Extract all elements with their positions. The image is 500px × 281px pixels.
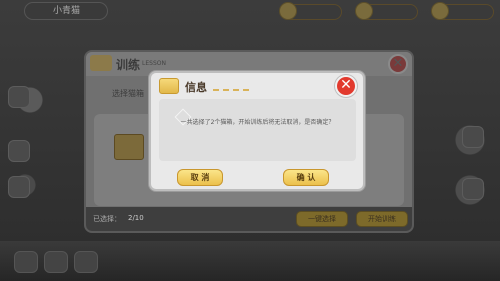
resource-pill-3 xyxy=(431,2,494,20)
bottom-slot xyxy=(74,251,98,273)
close-icon: ✕ xyxy=(388,54,408,74)
training-subtitle: LESSON xyxy=(142,60,166,67)
cancel-button[interactable]: 取 消 xyxy=(177,169,223,186)
dialog-title: 信息 xyxy=(185,81,207,94)
side-menu-icon xyxy=(8,86,30,108)
dialog-message: 一共选择了2个猫箱，开始训练后将无法取消，是否确定？ xyxy=(180,119,335,126)
info-dialog: 信息 ✕ 一共选择了2个猫箱，开始训练后将无法取消，是否确定？ 取 消 确 认 xyxy=(149,71,365,191)
box-icon xyxy=(90,55,112,71)
close-icon[interactable]: ✕ xyxy=(335,75,357,97)
selected-label: 已选择： xyxy=(93,215,121,223)
resource-pill-2 xyxy=(355,2,418,20)
resource-icon xyxy=(431,2,449,20)
side-menu-icon xyxy=(462,126,484,148)
training-title: 训练 xyxy=(116,58,141,72)
selected-count: 2/10 xyxy=(128,214,144,222)
dialog-header: 信息 ✕ xyxy=(151,73,363,99)
resource-pill-1 xyxy=(279,2,342,20)
side-menu-icon xyxy=(8,140,30,162)
bottom-slot xyxy=(14,251,38,273)
player-name-badge: 小青猫 xyxy=(24,2,108,20)
select-all-button: 一键选择 xyxy=(296,211,348,227)
side-menu-icon xyxy=(462,178,484,200)
start-training-button: 开始训练 xyxy=(356,211,408,227)
side-menu-icon xyxy=(8,176,30,198)
resource-icon xyxy=(355,2,373,20)
dialog-body: 一共选择了2个猫箱，开始训练后将无法取消，是否确定？ xyxy=(159,99,356,161)
cat-box-item xyxy=(114,134,144,160)
select-box-label: 选择猫箱 xyxy=(112,89,144,98)
bottom-slot xyxy=(44,251,68,273)
title-decoration xyxy=(213,89,249,91)
training-footer: 已选择： 2/10 一键选择 开始训练 xyxy=(86,207,412,231)
confirm-button[interactable]: 确 认 xyxy=(283,169,329,186)
resource-icon xyxy=(279,2,297,20)
box-icon xyxy=(159,78,179,94)
